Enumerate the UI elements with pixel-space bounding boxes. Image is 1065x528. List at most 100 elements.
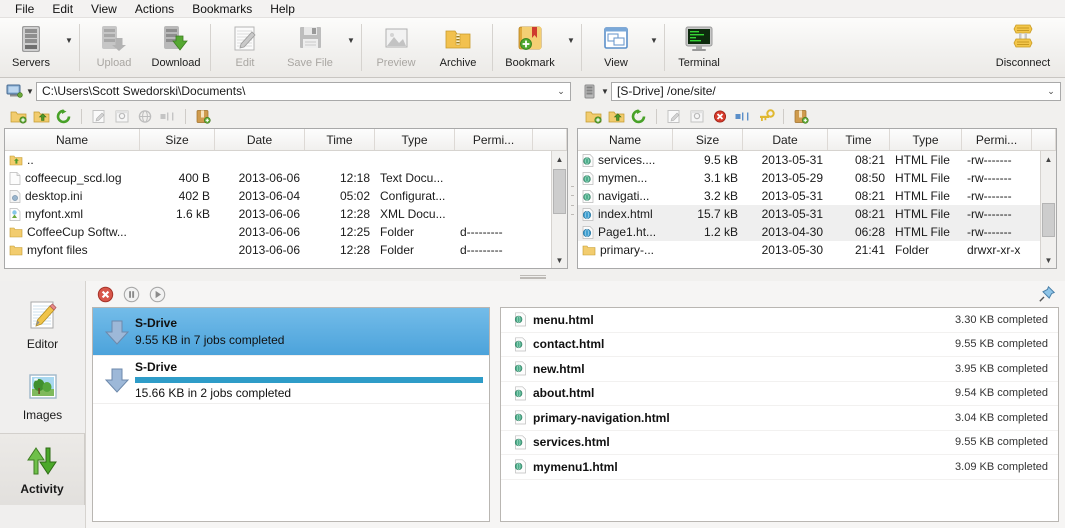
list-item[interactable]: mymenu1.html 3.09 KB completed xyxy=(501,455,1058,480)
stop-button[interactable] xyxy=(92,283,118,305)
table-row[interactable]: services.... 9.5 kB 2013-05-31 08:21 HTM… xyxy=(578,151,1040,169)
menu-item-file[interactable]: File xyxy=(6,0,43,18)
pin-button[interactable] xyxy=(1035,283,1059,305)
scrollbar-thumb[interactable] xyxy=(553,169,566,214)
toolbar-button-save-file[interactable]: Save File xyxy=(276,18,344,77)
table-row[interactable]: mymen... 3.1 kB 2013-05-29 08:50 HTML Fi… xyxy=(578,169,1040,187)
remote-address-history-caret[interactable]: ▼ xyxy=(599,87,611,96)
bookmark-dropdown-arrow[interactable]: ▼ xyxy=(564,18,578,77)
refresh-icon[interactable] xyxy=(54,107,74,126)
menu-item-bookmarks[interactable]: Bookmarks xyxy=(183,0,261,18)
toolbar-button-upload[interactable]: Upload xyxy=(83,18,145,77)
archive-icon xyxy=(443,23,473,55)
menu-item-help[interactable]: Help xyxy=(261,0,304,18)
menu-item-view[interactable]: View xyxy=(82,0,126,18)
column-header-time[interactable]: Time xyxy=(305,129,375,150)
filter-icon[interactable] xyxy=(158,107,178,126)
scrollbar-track[interactable] xyxy=(1041,167,1056,252)
parent-folder-icon[interactable] xyxy=(606,107,626,126)
local-address-history-caret[interactable]: ▼ xyxy=(24,87,36,96)
table-row[interactable]: myfont files 2013-06-06 12:28 Folder d--… xyxy=(5,241,551,259)
toolbar-button-edit[interactable]: Edit xyxy=(214,18,276,77)
toolbar-button-servers[interactable]: Servers xyxy=(0,18,62,77)
toolbar-button-archive[interactable]: Archive xyxy=(427,18,489,77)
list-item[interactable]: services.html 9.55 KB completed xyxy=(501,431,1058,456)
list-item[interactable]: new.html 3.95 KB completed xyxy=(501,357,1058,382)
horizontal-splitter[interactable] xyxy=(0,273,1065,281)
sidebar-item-images[interactable]: Images xyxy=(0,361,85,433)
list-item[interactable]: contact.html 9.55 KB completed xyxy=(501,333,1058,358)
remote-vertical-scrollbar[interactable]: ▲ ▼ xyxy=(1040,151,1056,268)
column-header-date[interactable]: Date xyxy=(743,129,828,150)
list-item[interactable]: S-Drive 9.55 KB in 7 jobs completed xyxy=(93,308,489,356)
parent-folder-icon[interactable] xyxy=(31,107,51,126)
rename-icon[interactable] xyxy=(89,107,109,126)
archive-small-icon[interactable] xyxy=(193,107,213,126)
column-header-size[interactable]: Size xyxy=(140,129,215,150)
scrollbar-thumb[interactable] xyxy=(1042,203,1055,237)
properties-icon[interactable] xyxy=(112,107,132,126)
table-row[interactable]: myfont.xml 1.6 kB 2013-06-06 12:28 XML D… xyxy=(5,205,551,223)
table-row[interactable]: coffeecup_scd.log 400 B 2013-06-06 12:18… xyxy=(5,169,551,187)
new-folder-icon[interactable] xyxy=(8,107,28,126)
properties-icon[interactable] xyxy=(687,107,707,126)
new-folder-icon[interactable] xyxy=(583,107,603,126)
delete-icon[interactable] xyxy=(710,107,730,126)
column-header-name[interactable]: Name xyxy=(5,129,140,150)
toolbar-button-view[interactable]: View xyxy=(585,18,647,77)
column-header-type[interactable]: Type xyxy=(890,129,962,150)
table-row[interactable]: Page1.ht... 1.2 kB 2013-04-30 06:28 HTML… xyxy=(578,223,1040,241)
servers-dropdown-arrow[interactable]: ▼ xyxy=(62,18,76,77)
file-date: 2013-06-06 xyxy=(215,225,305,239)
table-row[interactable]: primary-... 2013-05-30 21:41 Folder drwx… xyxy=(578,241,1040,259)
scroll-up-arrow-icon[interactable]: ▲ xyxy=(552,151,567,167)
refresh-icon[interactable] xyxy=(629,107,649,126)
scroll-down-arrow-icon[interactable]: ▼ xyxy=(1041,252,1056,268)
toolbar-button-preview[interactable]: Preview xyxy=(365,18,427,77)
list-item[interactable]: menu.html 3.30 KB completed xyxy=(501,308,1058,333)
table-row[interactable]: navigati... 3.2 kB 2013-05-31 08:21 HTML… xyxy=(578,187,1040,205)
column-header-name[interactable]: Name xyxy=(578,129,673,150)
filter-icon[interactable] xyxy=(733,107,753,126)
scroll-down-arrow-icon[interactable]: ▼ xyxy=(552,252,567,268)
remote-path-combo[interactable]: [S-Drive] /one/site/ ⌄ xyxy=(611,82,1061,101)
chevron-down-icon[interactable]: ⌄ xyxy=(1044,86,1058,97)
table-row[interactable]: index.html 15.7 kB 2013-05-31 08:21 HTML… xyxy=(578,205,1040,223)
file-name: services.... xyxy=(598,153,655,167)
column-header-date[interactable]: Date xyxy=(215,129,305,150)
list-item[interactable]: primary-navigation.html 3.04 KB complete… xyxy=(501,406,1058,431)
menu-item-actions[interactable]: Actions xyxy=(126,0,183,18)
local-vertical-scrollbar[interactable]: ▲ ▼ xyxy=(551,151,567,268)
table-row[interactable]: CoffeeCup Softw... 2013-06-06 12:25 Fold… xyxy=(5,223,551,241)
permissions-icon[interactable] xyxy=(756,107,776,126)
toolbar-button-disconnect[interactable]: Disconnect xyxy=(989,18,1057,77)
globe-icon[interactable] xyxy=(135,107,155,126)
view-dropdown-arrow[interactable]: ▼ xyxy=(647,18,661,77)
list-item[interactable]: S-Drive 15.66 KB in 2 jobs completed xyxy=(93,356,489,404)
rename-icon[interactable] xyxy=(664,107,684,126)
column-header-time[interactable]: Time xyxy=(828,129,890,150)
sidebar-item-activity[interactable]: Activity xyxy=(0,433,85,505)
column-header-permissions[interactable]: Permi... xyxy=(455,129,533,150)
pause-button[interactable] xyxy=(118,283,144,305)
table-row[interactable]: .. xyxy=(5,151,551,169)
list-item[interactable]: about.html 9.54 KB completed xyxy=(501,382,1058,407)
local-path-combo[interactable]: C:\Users\Scott Swedorski\Documents\ ⌄ xyxy=(36,82,571,101)
scroll-up-arrow-icon[interactable]: ▲ xyxy=(1041,151,1056,167)
table-row[interactable]: desktop.ini 402 B 2013-06-04 05:02 Confi… xyxy=(5,187,551,205)
archive-small-icon[interactable] xyxy=(791,107,811,126)
column-header-type[interactable]: Type xyxy=(375,129,455,150)
save-file-dropdown-arrow[interactable]: ▼ xyxy=(344,18,358,77)
column-header-size[interactable]: Size xyxy=(673,129,743,150)
completed-files-list[interactable]: menu.html 3.30 KB completed contact.html… xyxy=(500,307,1059,522)
chevron-down-icon[interactable]: ⌄ xyxy=(554,86,568,97)
play-button[interactable] xyxy=(144,283,170,305)
column-header-permissions[interactable]: Permi... xyxy=(962,129,1032,150)
toolbar-button-bookmark[interactable]: Bookmark xyxy=(496,18,564,77)
toolbar-button-download[interactable]: Download xyxy=(145,18,207,77)
sidebar-item-editor[interactable]: Editor xyxy=(0,289,85,361)
scrollbar-track[interactable] xyxy=(552,167,567,252)
menu-item-edit[interactable]: Edit xyxy=(43,0,82,18)
toolbar-button-terminal[interactable]: Terminal xyxy=(668,18,730,77)
transfer-queue-list[interactable]: S-Drive 9.55 KB in 7 jobs completed S-Dr… xyxy=(92,307,490,522)
